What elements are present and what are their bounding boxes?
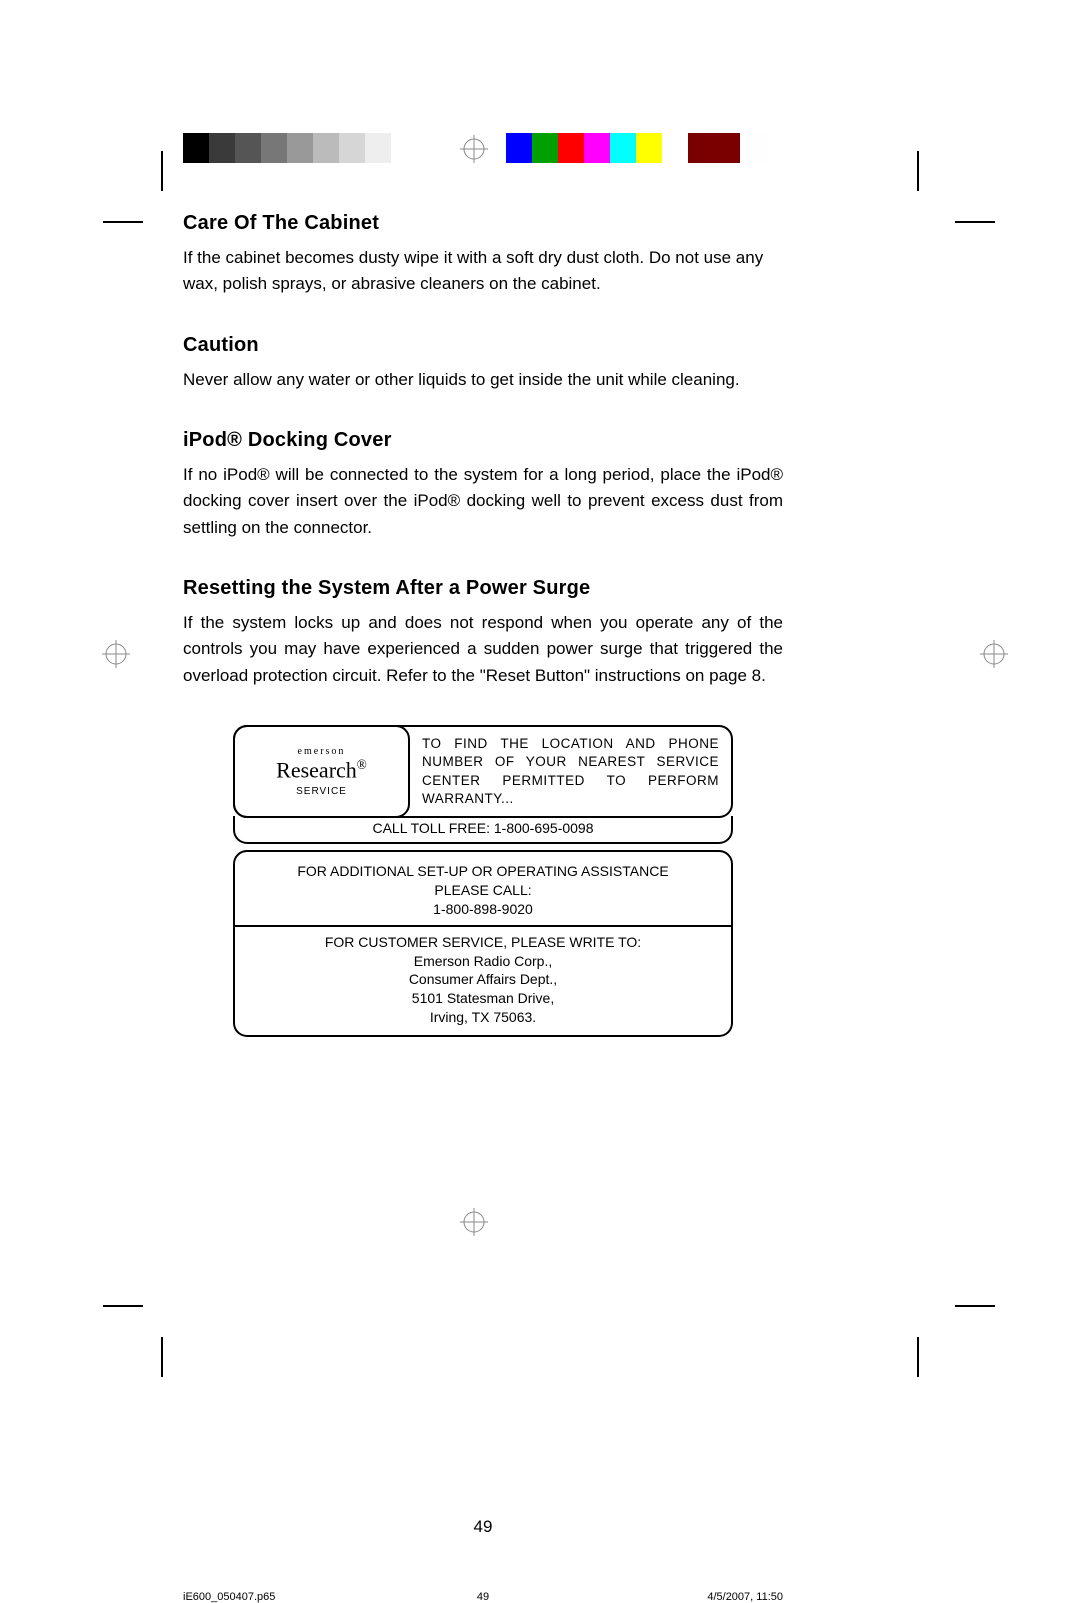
logo-line-emerson: emerson bbox=[298, 746, 346, 757]
assist-line-2: PLEASE CALL: bbox=[434, 882, 531, 898]
heading-caution: Caution bbox=[183, 334, 783, 357]
registration-mark-right-icon bbox=[980, 640, 1008, 668]
setup-assistance-row: FOR ADDITIONAL SET-UP OR OPERATING ASSIS… bbox=[233, 850, 733, 927]
footer-page: 49 bbox=[463, 1591, 503, 1603]
find-service-center-text: TO FIND THE LOCATION AND PHONE NUMBER OF… bbox=[410, 727, 731, 816]
assist-line-1: FOR ADDITIONAL SET-UP OR OPERATING ASSIS… bbox=[297, 863, 668, 879]
emerson-research-logo: emerson Research® SERVICE bbox=[233, 725, 410, 818]
crop-mark-bottom-right bbox=[897, 1285, 977, 1365]
customer-service-address-row: FOR CUSTOMER SERVICE, PLEASE WRITE TO: E… bbox=[233, 925, 733, 1037]
para-care-of-cabinet: If the cabinet becomes dusty wipe it wit… bbox=[183, 245, 783, 298]
registration-mark-top-icon bbox=[460, 135, 488, 163]
para-ipod-docking-cover: If no iPod® will be connected to the sys… bbox=[183, 462, 783, 541]
color-bar bbox=[506, 133, 766, 163]
addr-line-5: Irving, TX 75063. bbox=[430, 1009, 536, 1025]
heading-care-of-cabinet: Care Of The Cabinet bbox=[183, 212, 783, 235]
prepress-footer: iE600_050407.p65 49 4/5/2007, 11:50 bbox=[183, 1591, 783, 1603]
addr-line-2: Emerson Radio Corp., bbox=[414, 953, 553, 969]
addr-line-1: FOR CUSTOMER SERVICE, PLEASE WRITE TO: bbox=[325, 934, 641, 950]
footer-filename: iE600_050407.p65 bbox=[183, 1591, 343, 1603]
heading-reset-after-surge: Resetting the System After a Power Surge bbox=[183, 577, 783, 600]
registration-mark-bottom-icon bbox=[460, 1208, 488, 1236]
service-row-logo-and-find: emerson Research® SERVICE TO FIND THE LO… bbox=[233, 725, 733, 818]
logo-line-service: SERVICE bbox=[296, 786, 347, 797]
addr-line-3: Consumer Affairs Dept., bbox=[409, 971, 557, 987]
addr-line-4: 5101 Statesman Drive, bbox=[412, 990, 554, 1006]
page-content: Care Of The Cabinet If the cabinet becom… bbox=[183, 212, 783, 1037]
toll-free-row: CALL TOLL FREE: 1-800-695-0098 bbox=[233, 816, 733, 844]
para-caution: Never allow any water or other liquids t… bbox=[183, 367, 783, 393]
crop-mark-top-left bbox=[103, 163, 183, 243]
registration-mark-left-icon bbox=[102, 640, 130, 668]
grayscale-bar bbox=[183, 133, 443, 163]
service-info-box: emerson Research® SERVICE TO FIND THE LO… bbox=[233, 725, 733, 1037]
page-number: 49 bbox=[183, 1517, 783, 1537]
crop-mark-bottom-left bbox=[103, 1285, 183, 1365]
heading-ipod-docking-cover: iPod® Docking Cover bbox=[183, 429, 783, 452]
logo-line-research: Research® bbox=[276, 757, 367, 783]
assist-line-3: 1-800-898-9020 bbox=[433, 901, 533, 917]
crop-mark-top-right bbox=[897, 163, 977, 243]
para-reset-after-surge: If the system locks up and does not resp… bbox=[183, 610, 783, 689]
footer-timestamp: 4/5/2007, 11:50 bbox=[623, 1591, 783, 1603]
